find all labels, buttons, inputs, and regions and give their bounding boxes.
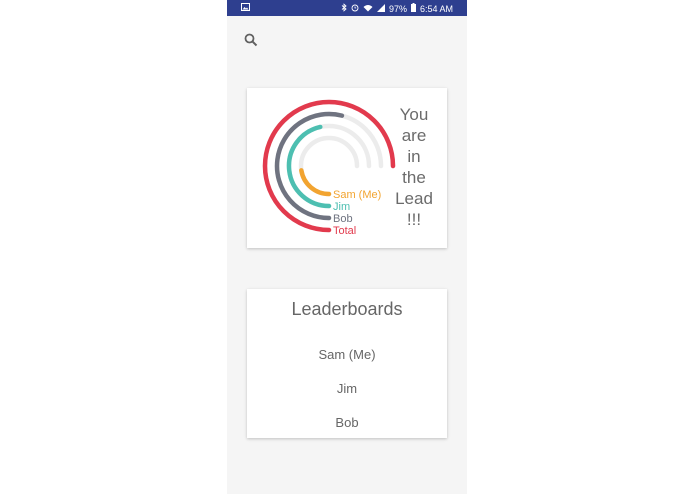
status-bar: 97% 6:54 AM (227, 0, 467, 16)
leaderboard-item[interactable]: Sam (Me) (247, 347, 447, 362)
wifi-icon (363, 4, 373, 14)
leaderboards-card: Leaderboards Sam (Me) Jim Bob (247, 289, 447, 438)
arc-sam-me (299, 168, 332, 197)
arc-total (262, 99, 396, 233)
image-icon (241, 3, 250, 13)
leaderboard-item[interactable]: Jim (247, 381, 447, 396)
phone-screen: 97% 6:54 AM Sam (Me) Jim Bob Total You are … (227, 0, 467, 494)
signal-icon (376, 3, 385, 14)
search-button[interactable] (244, 33, 262, 51)
lead-message: You are in the Lead !!! (393, 104, 435, 230)
search-icon (244, 33, 258, 47)
lead-message-line: Lead (395, 189, 433, 208)
series-label: Sam (Me) (333, 189, 381, 201)
series-label: Jim (333, 201, 350, 213)
alarm-icon (351, 3, 359, 14)
lead-message-line: You (399, 105, 429, 124)
clock-time: 6:54 AM (419, 3, 453, 14)
bluetooth-icon (341, 3, 347, 14)
leaderboard-item[interactable]: Bob (247, 415, 447, 430)
lead-message-line: !!! (406, 210, 422, 229)
series-label: Total (333, 225, 356, 237)
series-label: Bob (333, 213, 353, 225)
lead-message-line: the (402, 168, 426, 187)
leaderboards-title: Leaderboards (291, 299, 403, 319)
battery-percent: 97% (388, 3, 407, 14)
battery-icon (410, 3, 416, 14)
lead-message-line: are (401, 126, 427, 145)
lead-message-line: in (407, 147, 421, 166)
lead-card: Sam (Me) Jim Bob Total You are in the Lead … (247, 88, 447, 248)
